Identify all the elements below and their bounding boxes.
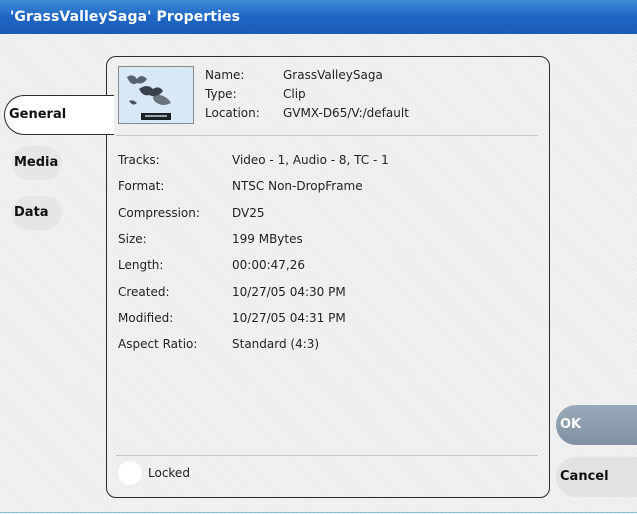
format-value: NTSC Non-DropFrame bbox=[232, 179, 363, 193]
bottom-border bbox=[0, 512, 637, 513]
cancel-button[interactable]: Cancel bbox=[556, 457, 637, 497]
tab-connector bbox=[105, 96, 109, 134]
aspect-ratio-value: Standard (4:3) bbox=[232, 337, 320, 351]
tab-media-label: Media bbox=[14, 155, 59, 170]
location-label: Location: bbox=[205, 106, 260, 120]
aspect-ratio-label: Aspect Ratio: bbox=[118, 337, 198, 351]
type-label: Type: bbox=[205, 87, 237, 101]
title-bar: 'GrassValleySaga' Properties bbox=[0, 0, 637, 34]
ok-button-label: OK bbox=[560, 417, 582, 432]
name-value: GrassValleySaga bbox=[283, 68, 383, 82]
modified-value: 10/27/05 04:31 PM bbox=[232, 311, 346, 325]
modified-label: Modified: bbox=[118, 311, 174, 325]
created-value: 10/27/05 04:30 PM bbox=[232, 285, 346, 299]
name-label: Name: bbox=[205, 68, 245, 82]
header-divider bbox=[116, 135, 538, 136]
locked-label: Locked bbox=[148, 466, 190, 480]
compression-label: Compression: bbox=[118, 206, 200, 220]
format-label: Format: bbox=[118, 179, 165, 193]
tab-general-label: General bbox=[9, 107, 67, 122]
length-label: Length: bbox=[118, 258, 164, 272]
footer-divider bbox=[116, 455, 538, 456]
locked-checkbox[interactable] bbox=[118, 461, 142, 485]
clip-thumbnail bbox=[118, 66, 194, 124]
type-value: Clip bbox=[283, 87, 306, 101]
size-label: Size: bbox=[118, 232, 147, 246]
created-label: Created: bbox=[118, 285, 170, 299]
size-value: 199 MBytes bbox=[232, 232, 303, 246]
tab-general[interactable]: General bbox=[4, 95, 114, 135]
thumbnail-image bbox=[119, 67, 193, 123]
tab-data[interactable]: Data bbox=[12, 196, 62, 230]
ok-button[interactable]: OK bbox=[556, 405, 637, 445]
window-title: 'GrassValleySaga' Properties bbox=[10, 9, 241, 25]
cancel-button-label: Cancel bbox=[560, 469, 609, 484]
tracks-label: Tracks: bbox=[118, 153, 160, 167]
tab-media[interactable]: Media bbox=[12, 146, 62, 180]
compression-value: DV25 bbox=[232, 206, 265, 220]
location-value: GVMX-D65/V:/default bbox=[283, 106, 409, 120]
tab-data-label: Data bbox=[14, 205, 49, 220]
tracks-value: Video - 1, Audio - 8, TC - 1 bbox=[232, 153, 389, 167]
length-value: 00:00:47,26 bbox=[232, 258, 305, 272]
